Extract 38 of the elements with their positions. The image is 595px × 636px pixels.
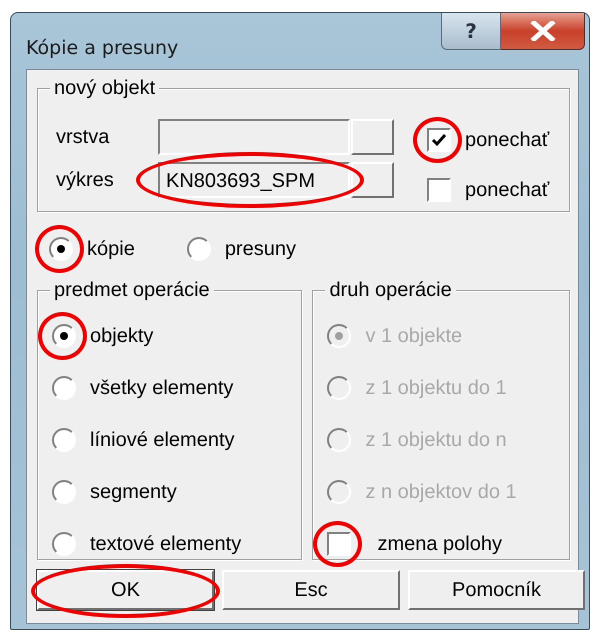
radio-label: segmenty bbox=[90, 480, 177, 505]
checkbox-label: zmena polohy bbox=[377, 532, 502, 557]
radio-button[interactable] bbox=[52, 532, 76, 556]
radio-label: v 1 objekte bbox=[365, 324, 462, 349]
radio-label: z 1 objektu do 1 bbox=[365, 376, 507, 401]
text-field[interactable]: KN803693_SPM bbox=[158, 162, 350, 198]
browse-button[interactable] bbox=[351, 119, 394, 155]
radio-button[interactable] bbox=[49, 237, 73, 261]
radio-label: líniové elementy bbox=[90, 428, 235, 453]
radio-button[interactable] bbox=[52, 428, 76, 452]
text-field[interactable] bbox=[158, 119, 350, 155]
dialog-button[interactable]: Pomocník bbox=[408, 570, 585, 610]
dialog-button[interactable]: Esc bbox=[222, 570, 400, 610]
checkmark-icon bbox=[431, 133, 447, 147]
field-label: výkres bbox=[56, 168, 115, 193]
help-button[interactable]: ? bbox=[441, 13, 501, 50]
radio-label: textové elementy bbox=[90, 532, 242, 557]
radio-button[interactable] bbox=[52, 480, 76, 504]
checkbox[interactable] bbox=[327, 532, 352, 556]
browse-button[interactable] bbox=[351, 162, 394, 198]
checkbox[interactable] bbox=[427, 178, 451, 202]
window-title: Kópie a presuny bbox=[26, 39, 178, 58]
close-button[interactable] bbox=[501, 13, 585, 50]
radio-label: objekty bbox=[90, 324, 154, 349]
radio-label: kópie bbox=[87, 237, 135, 262]
dialog-button[interactable]: OK bbox=[37, 570, 214, 610]
checkbox[interactable] bbox=[427, 128, 451, 152]
radio-label: z 1 objektu do n bbox=[365, 428, 507, 453]
field-label: vrstva bbox=[56, 125, 110, 150]
radio-button[interactable] bbox=[52, 324, 76, 348]
radio-label: z n objektov do 1 bbox=[365, 480, 517, 505]
radio-button[interactable] bbox=[186, 237, 211, 261]
close-icon bbox=[530, 21, 556, 41]
checkbox-label: ponechať bbox=[465, 178, 550, 203]
radio-button[interactable] bbox=[52, 376, 76, 400]
checkbox-label: ponechať bbox=[465, 128, 550, 153]
radio-label: presuny bbox=[224, 237, 296, 262]
radio-label: všetky elementy bbox=[90, 376, 234, 401]
